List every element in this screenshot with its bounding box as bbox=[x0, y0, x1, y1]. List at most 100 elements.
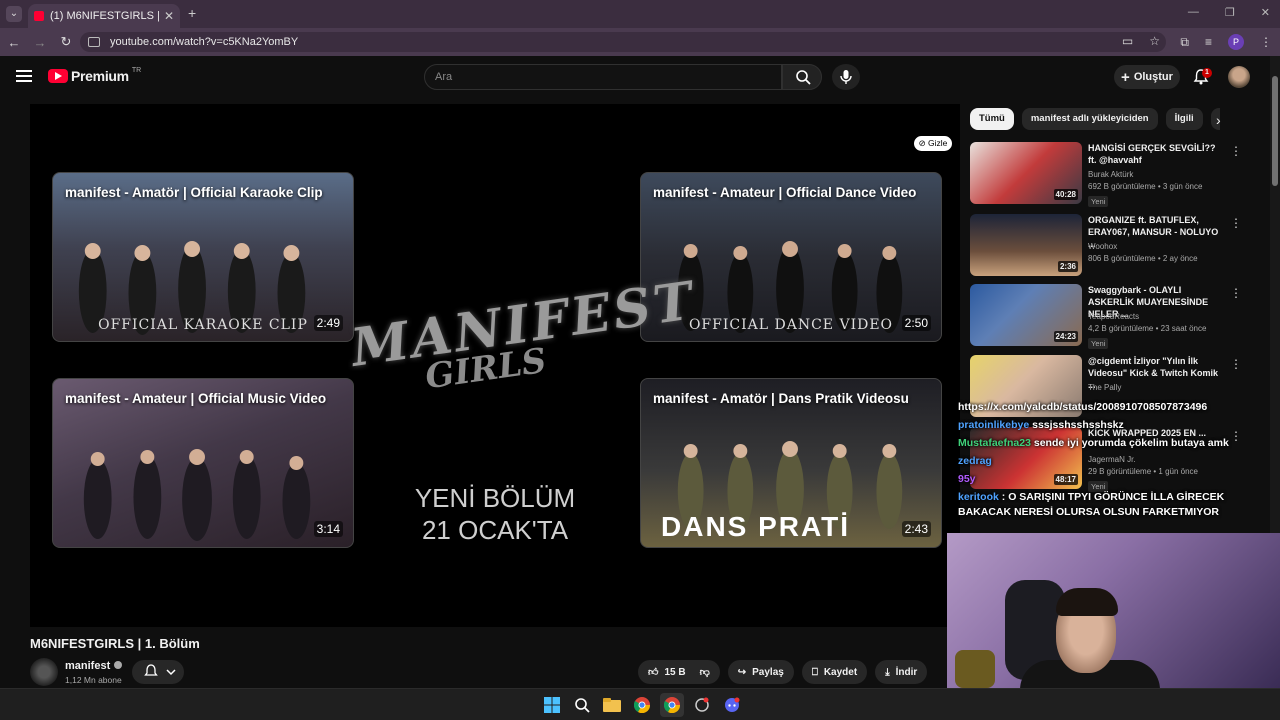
chat-message: pratoinlikebye sssjsshsshsshskz bbox=[958, 418, 1258, 433]
save-label: Kaydet bbox=[823, 666, 858, 678]
more-options-icon[interactable]: ⋮ bbox=[1230, 144, 1242, 158]
hide-endscreen-button[interactable]: ⊘ Gizle bbox=[914, 136, 952, 151]
card-title: manifest - Amatör | Official Karaoke Cli… bbox=[65, 185, 323, 200]
download-button[interactable]: ⤓ İndir bbox=[875, 660, 928, 684]
new-tab-button[interactable]: + bbox=[188, 5, 196, 21]
decoration-tree bbox=[955, 650, 995, 688]
save-button[interactable]: ⎕ Kaydet bbox=[801, 660, 868, 684]
discord-icon[interactable] bbox=[720, 693, 744, 717]
video-player[interactable]: ⊘ Gizle manifest - Amatör | Official Kar… bbox=[30, 104, 960, 627]
create-label: Oluştur bbox=[1133, 71, 1173, 83]
next-episode-announcement: YENİ BÖLÜM 21 OCAK'TA bbox=[30, 482, 960, 546]
tab-title: (1) M6NIFESTGIRLS | 1. Bölüm - bbox=[50, 10, 162, 22]
chip-all[interactable]: Tümü bbox=[970, 108, 1014, 130]
chat-text: sssjsshsshsshskz bbox=[1032, 419, 1124, 431]
channel-avatar[interactable] bbox=[30, 658, 58, 686]
file-explorer-icon[interactable] bbox=[600, 693, 624, 717]
reading-list-icon[interactable]: ≡ bbox=[1205, 35, 1212, 49]
suggested-duration: 40:28 bbox=[1053, 189, 1078, 200]
logo-region: TR bbox=[131, 66, 142, 74]
suggested-channel: Woohox bbox=[1088, 242, 1118, 251]
suggested-thumbnail: 40:28 bbox=[970, 142, 1082, 204]
filter-chips: Tümü manifest adlı yükleyiciden İlgili S… bbox=[970, 108, 1220, 130]
suggested-meta: 4,2 B görüntüleme • 23 saat önce bbox=[1088, 324, 1207, 333]
chevron-right-icon[interactable]: › bbox=[1216, 112, 1221, 128]
maximize-icon[interactable]: ❐ bbox=[1225, 6, 1235, 19]
card-title: manifest - Amatör | Dans Pratik Videosu bbox=[653, 391, 909, 406]
card-caption: OFFICIAL KARAOKE CLIP bbox=[98, 317, 308, 333]
minimize-icon[interactable]: — bbox=[1188, 6, 1199, 19]
chip-from-uploader[interactable]: manifest adlı yükleyiciden bbox=[1021, 108, 1158, 130]
dislike-icon[interactable]: 👎︎ bbox=[700, 666, 710, 678]
suggested-channel: The Pally bbox=[1088, 383, 1122, 392]
chip-related[interactable]: İlgili bbox=[1165, 108, 1203, 130]
endscreen-video-card[interactable]: manifest - Amatör | Official Karaoke Cli… bbox=[52, 172, 354, 342]
card-title: manifest - Amateur | Official Music Vide… bbox=[65, 391, 327, 406]
more-options-icon[interactable]: ⋮ bbox=[1230, 357, 1242, 371]
tab-search-button[interactable]: ⌄ bbox=[6, 6, 22, 22]
chat-text: https://x.com/yalcdb/status/200891070850… bbox=[958, 401, 1208, 413]
share-button[interactable]: ↪ Paylaş bbox=[727, 660, 794, 684]
taskbar-search-icon[interactable] bbox=[570, 693, 594, 717]
youtube-logo[interactable]: Premium TR bbox=[48, 66, 142, 84]
share-icon: ↪ bbox=[737, 666, 747, 678]
close-window-icon[interactable]: ✕ bbox=[1261, 6, 1270, 19]
windows-start-icon[interactable] bbox=[540, 693, 564, 717]
bookmark-star-icon[interactable]: ☆ bbox=[1149, 34, 1160, 48]
voice-search-button[interactable] bbox=[832, 64, 860, 90]
youtube-play-icon bbox=[48, 69, 68, 83]
scrollbar-thumb[interactable] bbox=[1272, 76, 1278, 186]
site-info-icon[interactable] bbox=[88, 37, 100, 47]
suggested-meta: 692 B görüntüleme • 3 gün önce bbox=[1088, 182, 1203, 191]
browser-menu-icon[interactable]: ⋮ bbox=[1260, 35, 1272, 49]
new-badge: Yeni bbox=[1088, 196, 1109, 207]
card-title: manifest - Amateur | Official Dance Vide… bbox=[653, 185, 917, 200]
chat-message: 95y bbox=[958, 472, 1258, 487]
cast-icon[interactable]: ▭ bbox=[1122, 34, 1133, 48]
suggested-video[interactable]: 40:28 HANGİSİ GERÇEK SEVGİLİ?? ft. @havv… bbox=[970, 142, 1242, 207]
chat-message: https://x.com/yalcdb/status/200891070850… bbox=[958, 400, 1258, 415]
close-tab-icon[interactable]: ✕ bbox=[162, 9, 176, 23]
more-options-icon[interactable]: ⋮ bbox=[1230, 216, 1242, 230]
url-bar[interactable]: youtube.com/watch?v=c5KNa2YomBY ▭ ☆ bbox=[80, 32, 1166, 52]
download-icon: ⤓ bbox=[885, 666, 890, 678]
card-duration: 2:50 bbox=[901, 315, 931, 331]
create-button[interactable]: + Oluştur bbox=[1114, 65, 1180, 89]
suggested-duration: 2:36 bbox=[1057, 261, 1078, 272]
like-count: 15 B bbox=[664, 666, 686, 678]
stream-chat-overlay: https://x.com/yalcdb/status/200891070850… bbox=[958, 400, 1258, 523]
more-options-icon[interactable]: ⋮ bbox=[1230, 286, 1242, 300]
browser-tab-bar: ⌄ (1) M6NIFESTGIRLS | 1. Bölüm - ✕ + — ❐… bbox=[0, 0, 1280, 28]
back-icon[interactable]: ← bbox=[2, 35, 26, 50]
menu-icon[interactable] bbox=[16, 70, 32, 82]
bookmark-icon: ⎕ bbox=[811, 666, 818, 678]
search-input[interactable]: Ara bbox=[424, 64, 782, 90]
channel-name[interactable]: manifest bbox=[65, 660, 123, 672]
suggested-meta: 806 B görüntüleme • 2 ay önce bbox=[1088, 254, 1198, 263]
like-button[interactable]: 👍︎ 15 B 👎︎ bbox=[638, 660, 720, 684]
new-badge: Yeni bbox=[1088, 338, 1109, 349]
app-icon[interactable] bbox=[690, 693, 714, 717]
chat-message: keritook : O SARIŞINI TPYI GÖRÜNCE İLLA … bbox=[958, 490, 1258, 520]
chat-text: sende iyi yorumda çökelim butaya amk bbox=[1033, 437, 1229, 449]
chrome-active-icon[interactable] bbox=[660, 693, 684, 717]
reload-icon[interactable]: ↻ bbox=[54, 34, 78, 50]
suggested-video[interactable]: 2:36 ORGANIZE ft. BATUFLEX, ERAY067, MAN… bbox=[970, 214, 1242, 278]
search-button[interactable] bbox=[782, 64, 822, 90]
suggested-video[interactable]: 24:23 Swaggybark - OLAYLI ASKERLİK MUAYE… bbox=[970, 284, 1242, 349]
forward-icon[interactable]: → bbox=[28, 35, 52, 50]
next-episode-line1: YENİ BÖLÜM bbox=[414, 483, 576, 513]
suggested-channel: Burak Aktürk bbox=[1088, 170, 1134, 179]
subscription-bell-button[interactable] bbox=[132, 660, 184, 684]
account-avatar[interactable] bbox=[1228, 66, 1250, 88]
windows-taskbar bbox=[0, 688, 1280, 720]
chat-user: 95y bbox=[958, 473, 976, 485]
youtube-favicon-icon bbox=[34, 11, 44, 21]
chrome-icon[interactable] bbox=[630, 693, 654, 717]
browser-tab[interactable]: (1) M6NIFESTGIRLS | 1. Bölüm - ✕ bbox=[28, 4, 180, 28]
chat-message: zedrag bbox=[958, 454, 1258, 469]
profile-avatar[interactable]: P bbox=[1228, 34, 1244, 50]
extensions-icon[interactable]: ⧉ bbox=[1180, 35, 1189, 50]
chat-user: zedrag bbox=[958, 455, 992, 467]
hide-label: Gizle bbox=[928, 138, 948, 148]
